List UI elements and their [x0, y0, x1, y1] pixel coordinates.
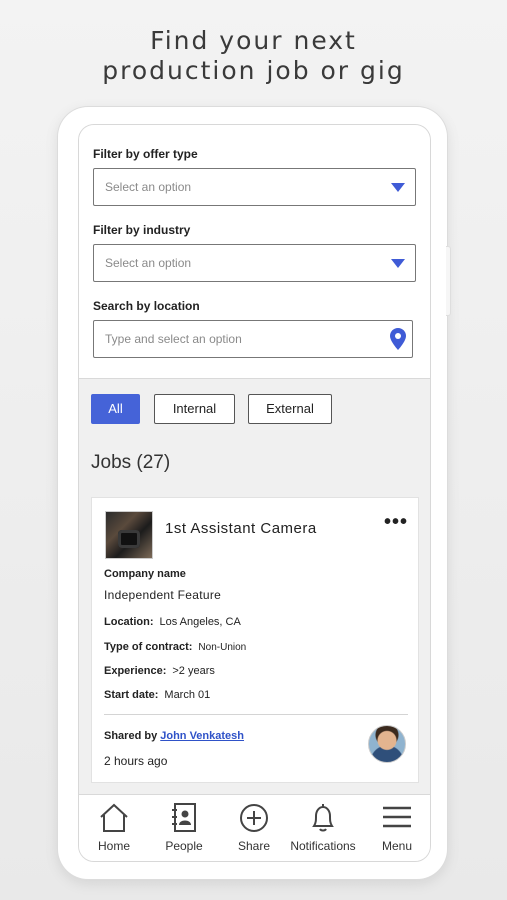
nav-home-label: Home: [97, 839, 130, 853]
chevron-down-icon: [391, 183, 405, 192]
app-screen: Filter by offer type Select an option Fi…: [78, 124, 431, 862]
nav-menu-label: Menu: [381, 839, 413, 853]
chevron-down-icon: [391, 259, 405, 268]
experience-row: Experience: >2 years: [104, 665, 215, 677]
contract-row: Type of contract: Non-Union: [104, 641, 246, 653]
location-placeholder: Type and select an option: [105, 332, 242, 346]
offer-type-select[interactable]: Select an option: [93, 168, 416, 206]
company-value: Independent Feature: [104, 588, 222, 602]
experience-row-value: >2 years: [172, 665, 215, 677]
jobs-heading: Jobs (27): [91, 452, 171, 473]
experience-row-label: Experience:: [104, 665, 167, 677]
offer-type-placeholder: Select an option: [105, 180, 192, 194]
job-title[interactable]: 1st Assistant Camera: [165, 520, 317, 537]
job-card[interactable]: 1st Assistant Camera ••• Company name In…: [91, 497, 419, 783]
phone-side-button: [446, 246, 451, 316]
filters-panel: Filter by offer type Select an option Fi…: [79, 125, 430, 379]
location-pin-icon: [390, 328, 406, 350]
industry-label: Filter by industry: [93, 223, 191, 237]
offer-type-label: Filter by offer type: [93, 147, 198, 161]
more-options-icon[interactable]: •••: [384, 512, 408, 532]
shared-by-label: Shared by: [104, 730, 158, 742]
nav-people[interactable]: People: [149, 803, 219, 853]
location-row-label: Location:: [104, 616, 154, 628]
job-thumbnail: [105, 511, 153, 559]
contract-row-value: Non-Union: [198, 642, 247, 653]
home-icon: [100, 803, 128, 832]
location-row-value: Los Angeles, CA: [159, 616, 241, 628]
avatar[interactable]: [368, 725, 406, 763]
bell-icon: [312, 804, 334, 832]
start-date-row-label: Start date:: [104, 689, 159, 701]
nav-menu[interactable]: Menu: [362, 803, 430, 853]
company-label: Company name: [104, 568, 186, 580]
filter-chip-external[interactable]: External: [248, 394, 332, 424]
bottom-navigation: Home People Share Notifications Menu: [79, 794, 430, 861]
filter-chip-all[interactable]: All: [91, 394, 140, 424]
contract-row-label: Type of contract:: [104, 641, 193, 653]
start-date-row: Start date: March 01: [104, 689, 210, 701]
nav-share[interactable]: Share: [219, 803, 289, 853]
industry-select[interactable]: Select an option: [93, 244, 416, 282]
headline-line-2: production job or gig: [102, 56, 405, 85]
filter-chip-internal[interactable]: Internal: [154, 394, 235, 424]
card-divider: [104, 714, 408, 715]
shared-by-link[interactable]: John Venkatesh: [160, 730, 244, 742]
contacts-book-icon: [172, 803, 196, 832]
nav-people-label: People: [165, 839, 203, 853]
location-input[interactable]: Type and select an option: [93, 320, 413, 358]
start-date-row-value: March 01: [164, 689, 211, 701]
add-circle-icon: [240, 804, 268, 832]
headline-line-1: Find your next: [150, 26, 357, 55]
nav-notifications-label: Notifications: [290, 839, 356, 853]
posted-time: 2 hours ago: [104, 754, 168, 768]
hamburger-menu-icon: [383, 806, 411, 828]
nav-share-label: Share: [237, 839, 271, 853]
page-headline: Find your next production job or gig: [0, 26, 507, 86]
location-row: Location: Los Angeles, CA: [104, 616, 241, 628]
nav-home[interactable]: Home: [79, 803, 149, 853]
industry-placeholder: Select an option: [105, 256, 192, 270]
shared-by-row: Shared by John Venkatesh: [104, 730, 244, 742]
location-label: Search by location: [93, 299, 200, 313]
nav-notifications[interactable]: Notifications: [287, 803, 359, 853]
